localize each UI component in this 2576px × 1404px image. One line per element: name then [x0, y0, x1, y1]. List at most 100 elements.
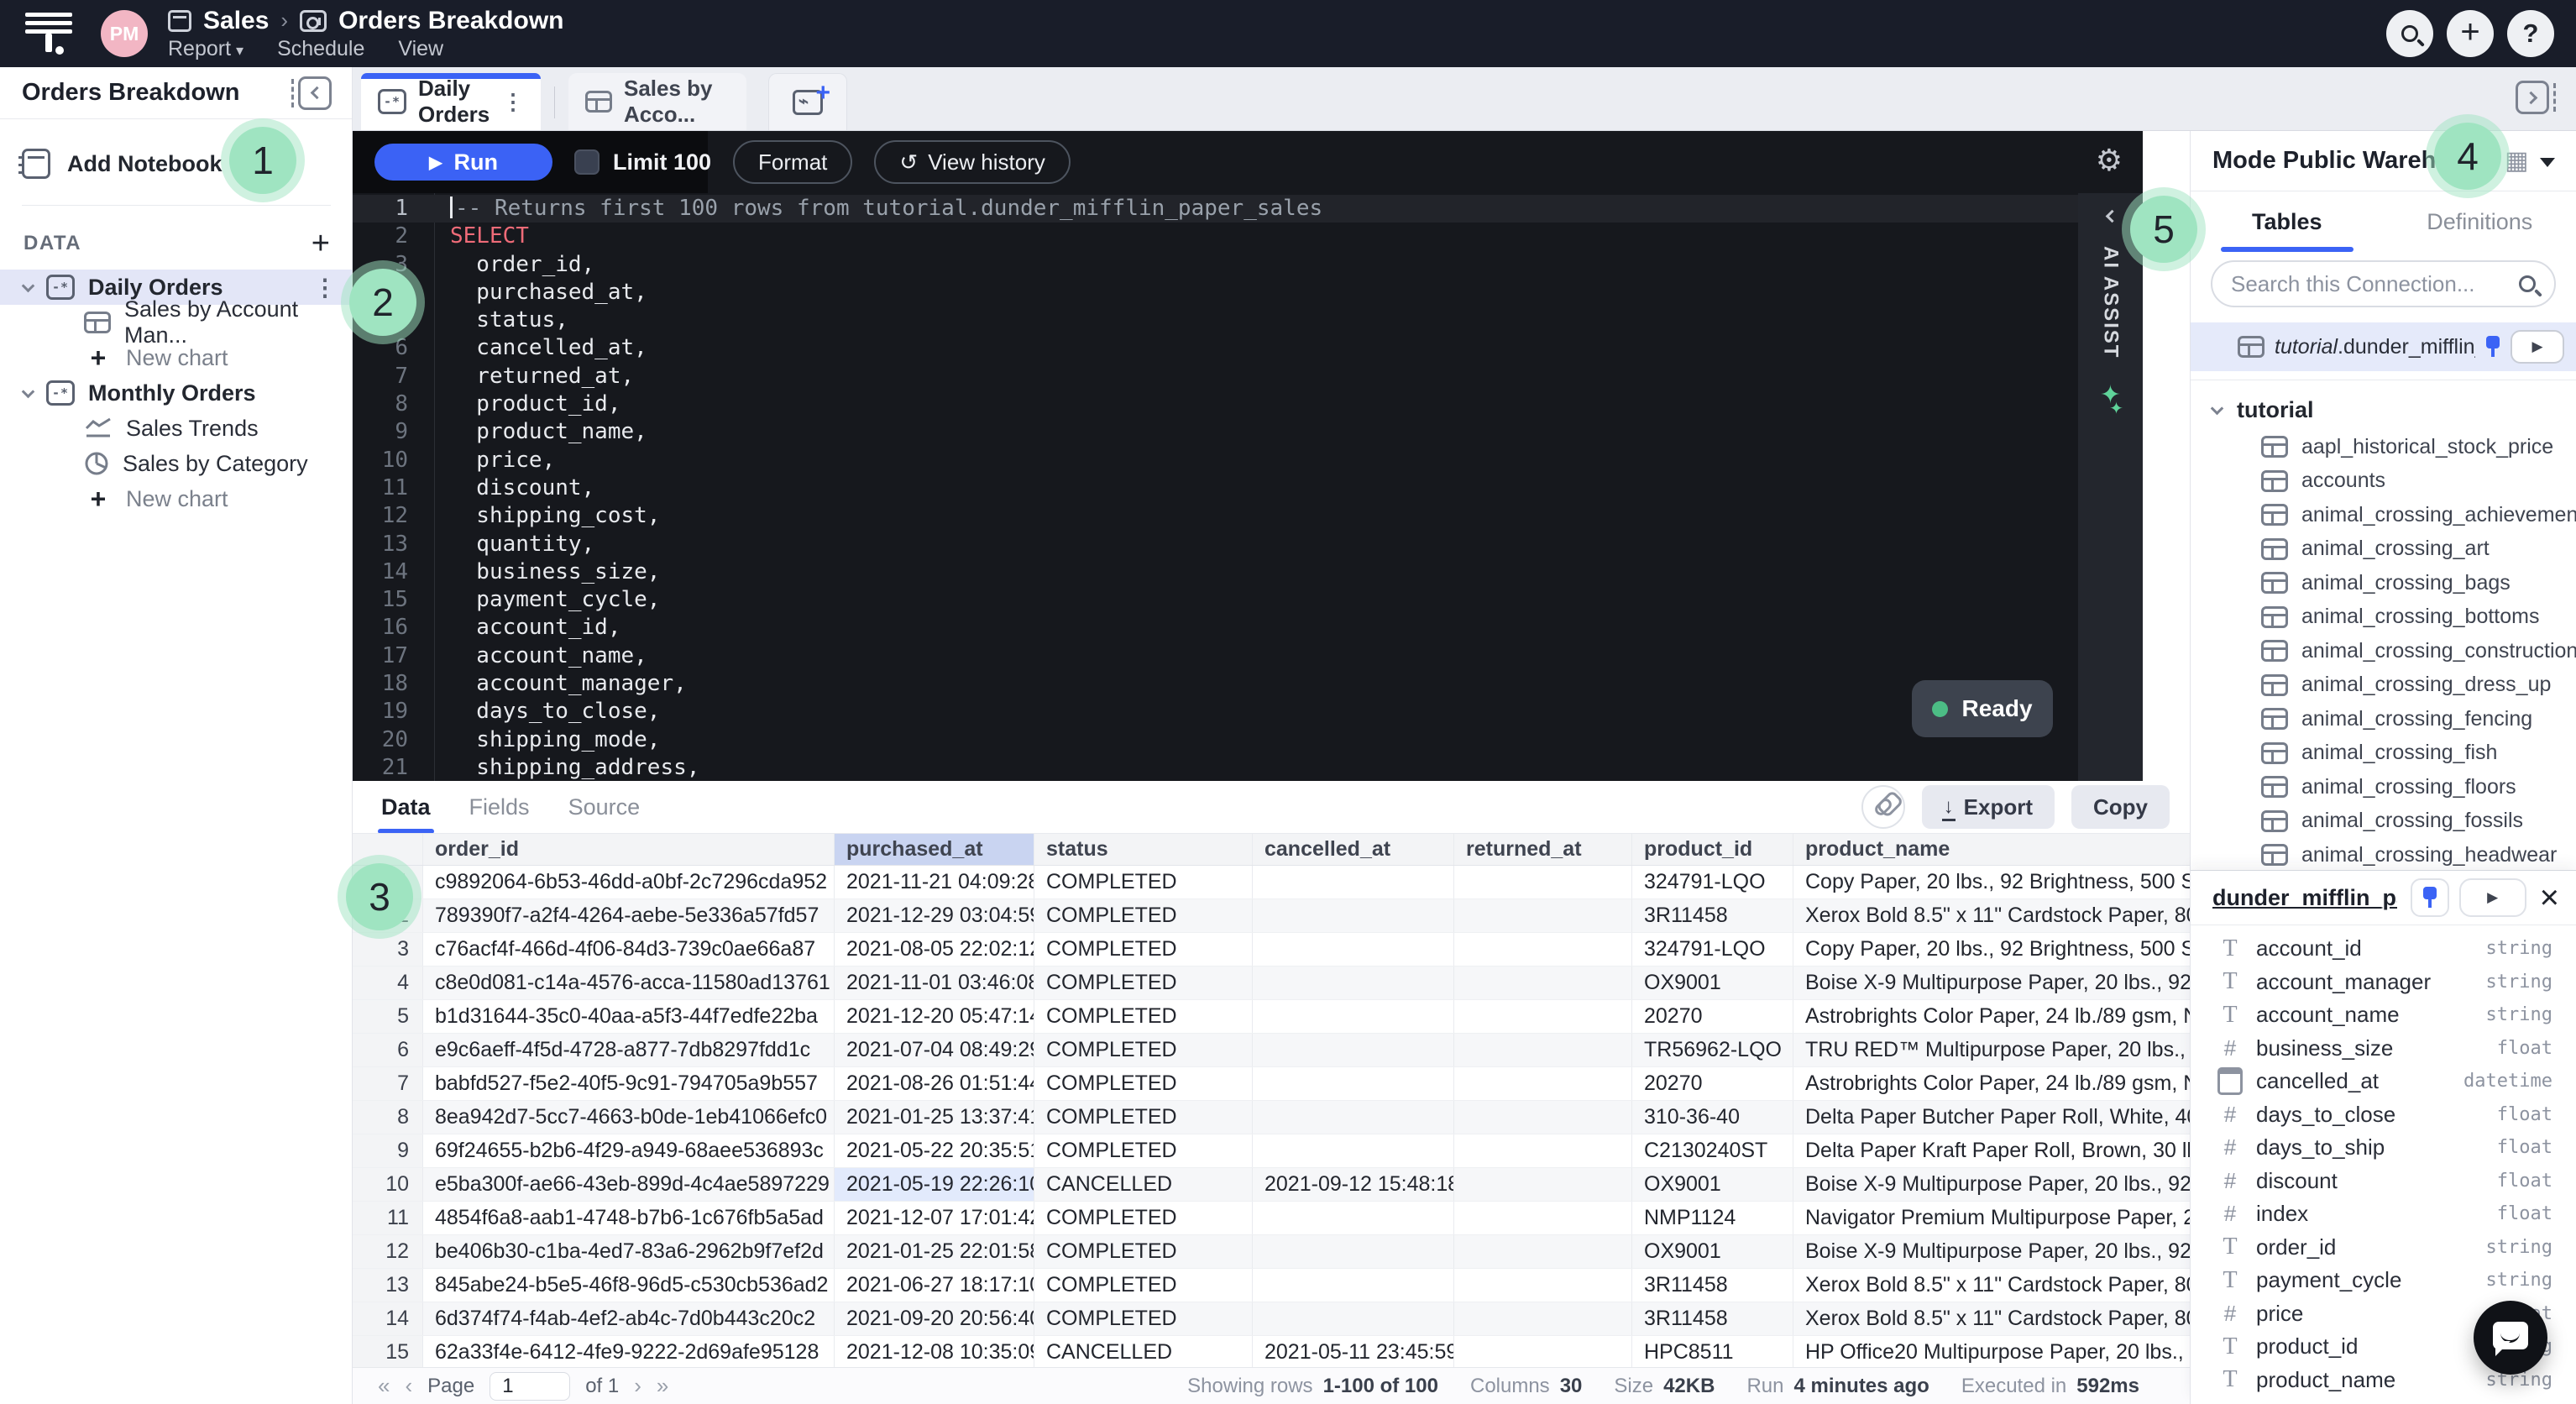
chevron-down-icon[interactable]	[22, 279, 35, 292]
code-line[interactable]: 2 SELECT	[353, 223, 2078, 250]
cell-product-name[interactable]: Astrobrights Color Paper, 24 lb./89 gsm,…	[1793, 1067, 2190, 1100]
cell-order-id[interactable]: 62a33f4e-6412-4fe9-9222-2d69afe95128	[423, 1336, 835, 1367]
cell-status[interactable]: COMPLETED	[1034, 1101, 1253, 1134]
cell-purchased-at[interactable]: 2021-11-21 04:09:28	[835, 866, 1034, 898]
editor-settings-gear-icon[interactable]: ⚙	[2096, 143, 2123, 178]
menu-view[interactable]: View	[398, 37, 443, 61]
connection-search-input[interactable]: Search this Connection...	[2211, 260, 2556, 307]
field-list-item[interactable]: cancelled_at datetime	[2191, 1065, 2576, 1098]
pin-table-button[interactable]	[2411, 878, 2449, 917]
table-list-item[interactable]: animal_crossing_bottoms	[2191, 600, 2576, 635]
code-line[interactable]: 4 purchased_at,	[353, 279, 2078, 306]
cell-product-id[interactable]: OX9001	[1632, 967, 1793, 999]
table-list-item[interactable]: animal_crossing_art	[2191, 532, 2576, 567]
last-page-button[interactable]: »	[657, 1373, 668, 1399]
collapse-sidebar-button[interactable]	[291, 76, 332, 110]
tab-sales-by-account[interactable]: Sales by Acco...	[568, 73, 746, 130]
table-row[interactable]: 9 69f24655-b2b6-4f29-a949-68aee536893c 2…	[353, 1134, 2190, 1168]
cell-cancelled-at[interactable]	[1253, 967, 1454, 999]
breadcrumb-workspace[interactable]: Sales	[203, 7, 269, 35]
table-row[interactable]: 6 e9c6aeff-4f5d-4728-a877-7db8297fdd1c 2…	[353, 1034, 2190, 1067]
cell-product-name[interactable]: Boise X-9 Multipurpose Paper, 20 lbs., 9…	[1793, 1235, 2190, 1268]
sidebar-item-sales-trends[interactable]: Sales Trends	[0, 411, 352, 446]
chevron-down-icon[interactable]	[2540, 158, 2555, 167]
limit-toggle[interactable]: Limit 100	[574, 149, 711, 176]
cell-returned-at[interactable]	[1454, 1235, 1632, 1268]
column-header-product-name[interactable]: product_name	[1793, 834, 2190, 865]
table-row[interactable]: 12 be406b30-c1ba-4ed7-83a6-2962b9f7ef2d …	[353, 1235, 2190, 1269]
field-list-item[interactable]: order_id string	[2191, 1231, 2576, 1265]
pinned-table-row[interactable]: tutorial.dunder_mifflin_paper_sales ▶	[2191, 322, 2576, 371]
table-row[interactable]: 11 4854f6a8-aab1-4748-b7b6-1c676fb5a5ad …	[353, 1202, 2190, 1235]
cell-returned-at[interactable]	[1454, 866, 1632, 898]
limit-checkbox[interactable]	[574, 149, 599, 175]
cell-status[interactable]: CANCELLED	[1034, 1168, 1253, 1201]
code-line[interactable]: 9 product_name,	[353, 418, 2078, 446]
cell-order-id[interactable]: be406b30-c1ba-4ed7-83a6-2962b9f7ef2d	[423, 1235, 835, 1268]
cell-order-id[interactable]: 4854f6a8-aab1-4748-b7b6-1c676fb5a5ad	[423, 1202, 835, 1234]
table-row[interactable]: 4 c8e0d081-c14a-4576-acca-11580ad13761 2…	[353, 967, 2190, 1000]
cell-product-name[interactable]: Delta Paper Butcher Paper Roll, White, 4…	[1793, 1101, 2190, 1134]
run-table-query-button[interactable]: ▶	[2511, 330, 2564, 364]
table-row[interactable]: 8 8ea942d7-5cc7-4663-b0de-1eb41066efc0 2…	[353, 1101, 2190, 1134]
field-list-item[interactable]: payment_cycle string	[2191, 1264, 2576, 1297]
table-row[interactable]: 15 62a33f4e-6412-4fe9-9222-2d69afe95128 …	[353, 1336, 2190, 1367]
tab-fields[interactable]: Fields	[469, 794, 530, 820]
table-list-item[interactable]: animal_crossing_bags	[2191, 566, 2576, 600]
code-line[interactable]: 6 cancelled_at,	[353, 334, 2078, 362]
cell-product-name[interactable]: Xerox Bold 8.5" x 11" Cardstock Paper, 8…	[1793, 1269, 2190, 1302]
table-list-item[interactable]: animal_crossing_construction	[2191, 634, 2576, 668]
table-list-item[interactable]: aapl_historical_stock_price	[2191, 430, 2576, 464]
code-line[interactable]: 10 price,	[353, 447, 2078, 474]
sidebar-item-sales-by-account-manager[interactable]: Sales by Account Man...	[0, 305, 352, 340]
cell-product-id[interactable]: 20270	[1632, 1000, 1793, 1033]
cell-purchased-at[interactable]: 2021-05-19 22:26:10	[835, 1168, 1034, 1201]
cell-cancelled-at[interactable]	[1253, 1134, 1454, 1167]
field-list-item[interactable]: days_to_ship float	[2191, 1131, 2576, 1165]
cell-product-name[interactable]: TRU RED™ Multipurpose Paper, 20 lbs., 96…	[1793, 1034, 2190, 1066]
cell-order-id[interactable]: c8e0d081-c14a-4576-acca-11580ad13761	[423, 967, 835, 999]
cell-product-name[interactable]: HP Office20 Multipurpose Paper, 20 lbs.,…	[1793, 1336, 2190, 1367]
code-line[interactable]: 1 -- Returns first 100 rows from tutoria…	[353, 195, 2078, 223]
kebab-menu-icon[interactable]: ⋮	[502, 89, 524, 115]
results-grid[interactable]: order_id purchased_at status cancelled_a…	[353, 833, 2190, 1367]
cell-cancelled-at[interactable]	[1253, 1302, 1454, 1335]
cell-status[interactable]: COMPLETED	[1034, 1269, 1253, 1302]
column-header-purchased-at[interactable]: purchased_at	[835, 834, 1034, 865]
table-list-item[interactable]: animal_crossing_headwear	[2191, 838, 2576, 870]
cell-purchased-at[interactable]: 2021-12-07 17:01:42	[835, 1202, 1034, 1234]
cell-status[interactable]: COMPLETED	[1034, 1067, 1253, 1100]
cell-purchased-at[interactable]: 2021-01-25 22:01:58	[835, 1235, 1034, 1268]
cell-purchased-at[interactable]: 2021-08-26 01:51:44	[835, 1067, 1034, 1100]
chat-widget-button[interactable]	[2474, 1301, 2547, 1375]
cell-cancelled-at[interactable]	[1253, 1269, 1454, 1302]
new-chart-tab-button[interactable]	[768, 73, 847, 130]
cell-order-id[interactable]: 6d374f74-f4ab-4ef2-ab4c-7d0b443c20c2	[423, 1302, 835, 1335]
table-list-item[interactable]: accounts	[2191, 464, 2576, 499]
table-row[interactable]: 14 6d374f74-f4ab-4ef2-ab4c-7d0b443c20c2 …	[353, 1302, 2190, 1336]
cell-status[interactable]: CANCELLED	[1034, 1336, 1253, 1367]
help-button[interactable]: ?	[2507, 10, 2554, 57]
table-detail-title[interactable]: dunder_mifflin_paper_s...	[2212, 885, 2397, 911]
cell-cancelled-at[interactable]	[1253, 933, 1454, 966]
table-row[interactable]: 5 b1d31644-35c0-40aa-a5f3-44f7edfe22ba 2…	[353, 1000, 2190, 1034]
cell-status[interactable]: COMPLETED	[1034, 933, 1253, 966]
cell-returned-at[interactable]	[1454, 1000, 1632, 1033]
run-table-query-button[interactable]: ▶	[2459, 878, 2526, 917]
cell-product-name[interactable]: Copy Paper, 20 lbs., 92 Brightness, 500 …	[1793, 866, 2190, 898]
cell-status[interactable]: COMPLETED	[1034, 866, 1253, 898]
sql-code-area[interactable]: 1 -- Returns first 100 rows from tutoria…	[353, 193, 2078, 781]
cell-returned-at[interactable]	[1454, 1302, 1632, 1335]
cell-cancelled-at[interactable]	[1253, 899, 1454, 932]
code-line[interactable]: 18 account_manager,	[353, 670, 2078, 698]
column-header-status[interactable]: status	[1034, 834, 1253, 865]
column-header-product-id[interactable]: product_id	[1632, 834, 1793, 865]
cell-product-name[interactable]: Xerox Bold 8.5" x 11" Cardstock Paper, 8…	[1793, 899, 2190, 932]
cell-order-id[interactable]: 845abe24-b5e5-46f8-96d5-c530cb536ad2	[423, 1269, 835, 1302]
column-header-cancelled-at[interactable]: cancelled_at	[1253, 834, 1454, 865]
cell-purchased-at[interactable]: 2021-09-20 20:56:40	[835, 1302, 1034, 1335]
cell-order-id[interactable]: b1d31644-35c0-40aa-a5f3-44f7edfe22ba	[423, 1000, 835, 1033]
code-line[interactable]: 15 payment_cycle,	[353, 586, 2078, 614]
cell-cancelled-at[interactable]	[1253, 1235, 1454, 1268]
code-line[interactable]: 13 quantity,	[353, 531, 2078, 558]
